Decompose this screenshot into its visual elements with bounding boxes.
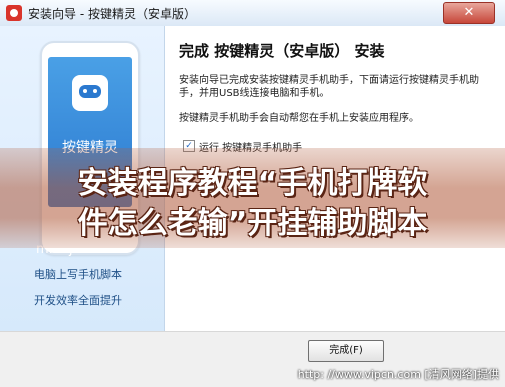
close-button[interactable]: ✕ [443, 2, 495, 24]
overlay-caption-line-2: 件怎么老输”开挂辅助脚本 [77, 206, 428, 241]
title-bar: 安装向导 - 按键精灵（安卓版） ✕ [0, 0, 505, 27]
slogan-line-1: 电脑上写手机脚本 [34, 268, 122, 281]
source-watermark: http: //www.vipcn.com [清风网络]提供 [297, 368, 499, 381]
page-title: 完成 按键精灵（安卓版） 安装 [179, 42, 385, 60]
app-icon [6, 5, 22, 21]
auto-install-note: 按键精灵手机助手会自动帮您在手机上安装应用程序。 [179, 113, 419, 124]
robot-icon [72, 75, 108, 111]
slogan-line-2: 开发效率全面提升 [34, 294, 122, 307]
finish-button[interactable]: 完成(F) [308, 340, 384, 362]
completion-message: 安装向导已完成安装按键精灵手机助手，下面请运行按键精灵手机助手，并用USB线连接… [179, 75, 479, 99]
installer-window: 安装向导 - 按键精灵（安卓版） ✕ 按键精灵 m.anjian.com 电脑上… [0, 0, 505, 387]
overlay-caption-line-1: 安装程序教程“手机打牌软 [77, 166, 428, 201]
window-title: 安装向导 - 按键精灵（安卓版） [28, 7, 196, 21]
